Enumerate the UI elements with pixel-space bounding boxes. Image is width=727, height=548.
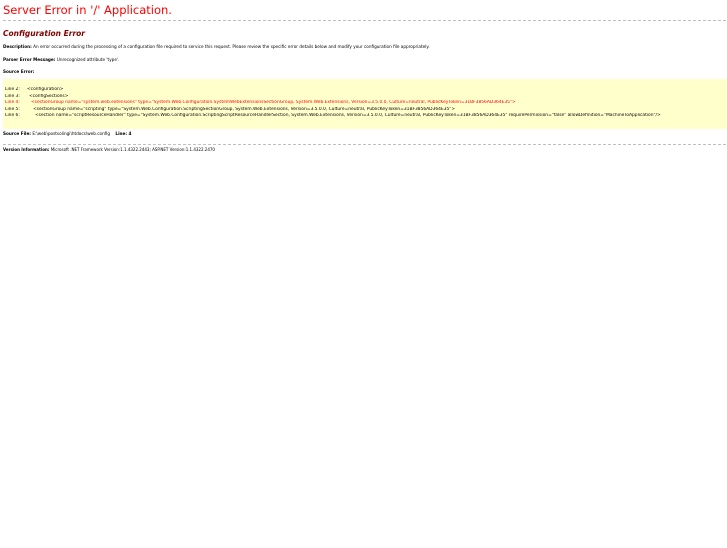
divider — [3, 144, 726, 145]
line-number: Line 3: — [5, 93, 20, 99]
source-file-path: E:\web\postsolingi\htdocs\web.config — [32, 131, 111, 136]
page-title: Server Error in '/' Application. — [3, 3, 172, 17]
description-label: Description: — [3, 44, 32, 49]
source-error-label: Source Error: — [3, 69, 35, 74]
code-line: Line 6: <section name="scriptResourceHand… — [5, 113, 727, 120]
line-number: Line 6: — [5, 113, 20, 119]
divider — [3, 20, 726, 21]
version-text: Microsoft .NET Framework Version:1.1.432… — [50, 147, 215, 152]
parser-error-message: Parser Error Message: Unrecognized attri… — [3, 57, 727, 63]
error-description: Description: An error occurred during th… — [3, 44, 727, 50]
error-title: Configuration Error — [3, 29, 85, 38]
error-page: Server Error in '/' Application. Configu… — [0, 3, 727, 153]
line-number: Line 2: — [5, 87, 20, 92]
line-code: <section name="scriptResourceHandler" ty… — [35, 113, 661, 119]
parser-error-label: Parser Error Message: — [3, 57, 56, 62]
line-code: <configSections> — [29, 93, 69, 99]
line-number: Line 4: — [5, 100, 20, 106]
line-number: Line 5: — [5, 106, 20, 112]
code-line: Line 3: <configSections> — [5, 94, 727, 101]
source-file-info: Source File: E:\web\postsolingi\htdocs\w… — [3, 131, 727, 137]
version-label: Version Information: — [3, 147, 50, 152]
version-information: Version Information: Microsoft .NET Fram… — [3, 147, 727, 153]
line-code: <sectionGroup name="system.web.extension… — [31, 100, 516, 106]
source-file-label: Source File: — [3, 131, 31, 136]
parser-error-text: Unrecognized attribute 'type'. — [56, 57, 120, 62]
source-error-heading: Source Error: — [3, 69, 727, 75]
code-line: Line 2: <configuration> — [5, 87, 727, 94]
code-line-error: Line 4: <sectionGroup name="system.web.ex… — [5, 100, 727, 107]
description-text: An error occurred during the processing … — [33, 44, 430, 49]
code-line: Line 5: <sectionGroup name="scripting" ty… — [5, 107, 727, 114]
source-file-line: Line: 4 — [115, 131, 132, 136]
line-code: <sectionGroup name="scripting" type="Sys… — [33, 106, 455, 112]
source-code-box: Line 2: <configuration> Line 3: <configSec… — [3, 79, 727, 129]
line-code: <configuration> — [27, 87, 64, 92]
